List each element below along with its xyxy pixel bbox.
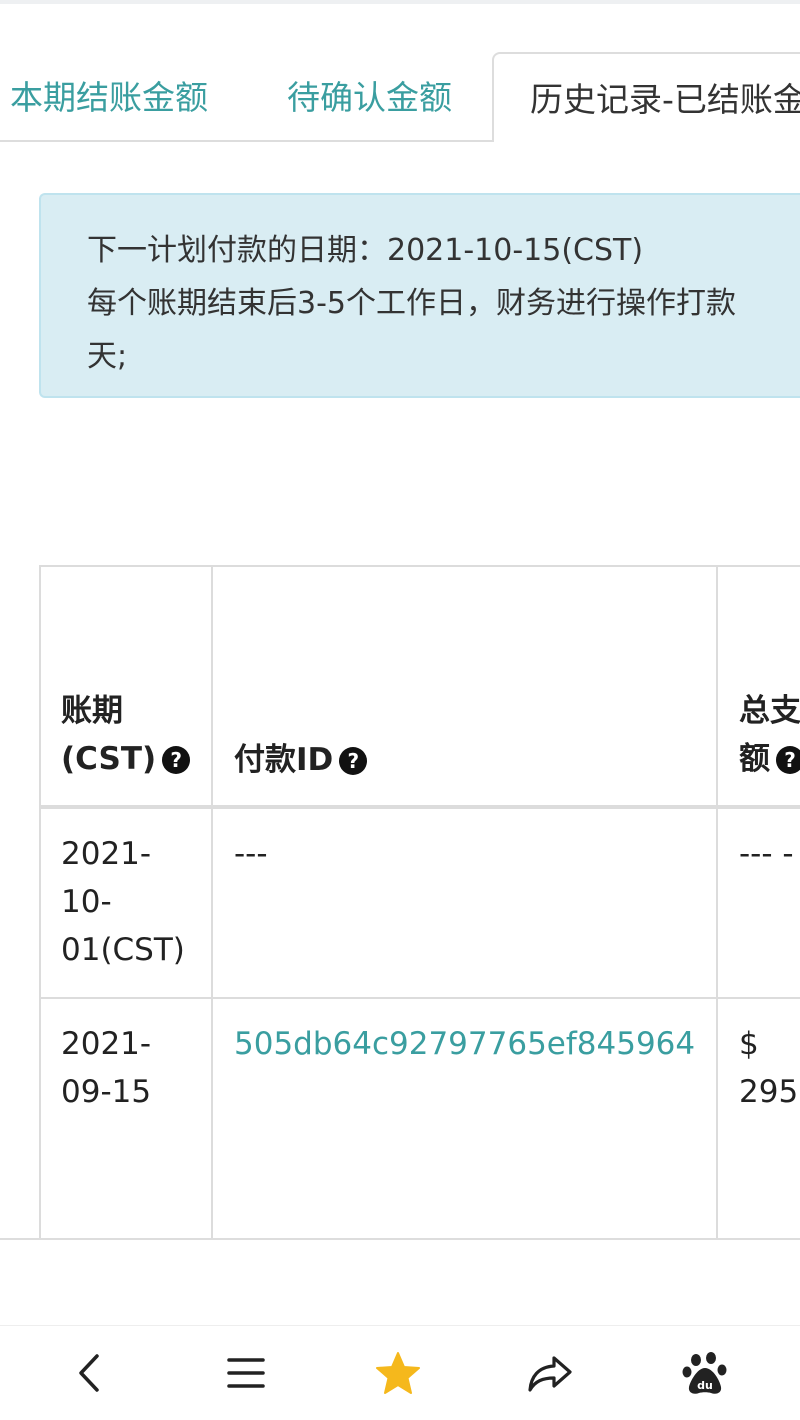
payment-notice: 下一计划付款的日期：2021-10-15(CST) 每个账期结束后3-5个工作日… <box>39 193 800 398</box>
total-help-icon[interactable]: ? <box>776 746 800 774</box>
row2-total: $ 295. <box>739 1026 800 1110</box>
header-total-line1: 总支 <box>739 693 800 729</box>
page: 本期结账金额 待确认金额 历史记录-已结账金 下一计划付款的日期：2021-10… <box>0 0 800 1420</box>
table-col-divider-1 <box>211 565 213 1240</box>
menu-button[interactable] <box>221 1348 271 1398</box>
table-header-divider <box>39 805 800 809</box>
tab-current-settlement[interactable]: 本期结账金额 <box>10 52 208 140</box>
row2-period: 2021- 09-15 <box>61 1026 152 1110</box>
notice-next-payment-date: 下一计划付款的日期：2021-10-15(CST) <box>87 233 644 268</box>
header-period: 账期 (CST)? <box>61 687 191 783</box>
back-button[interactable] <box>65 1348 115 1398</box>
table-row-divider <box>39 997 800 999</box>
period-help-icon[interactable]: ? <box>162 746 191 774</box>
notice-payment-rule-cont: 天; <box>87 339 128 374</box>
header-total: 总支 额? <box>739 687 800 783</box>
tab-pending-confirmation[interactable]: 待确认金额 <box>287 52 452 140</box>
payment-id-help-icon[interactable]: ? <box>339 747 368 775</box>
back-icon <box>79 1354 99 1392</box>
baidu-paw-icon: du <box>682 1352 727 1394</box>
row1-total: --- - <box>739 836 794 872</box>
tab-history-settled[interactable]: 历史记录-已结账金 <box>492 52 800 142</box>
browser-nav-bar: du <box>0 1325 800 1420</box>
notice-payment-rule: 每个账期结束后3-5个工作日，财务进行操作打款 <box>87 286 736 321</box>
table-border-top <box>39 565 800 567</box>
header-period-line1: 账期 <box>61 693 123 729</box>
header-period-line2: (CST)? <box>61 735 191 783</box>
baidu-button[interactable]: du <box>680 1348 730 1398</box>
svg-text:du: du <box>697 1379 713 1392</box>
row1-payment-id: --- <box>234 836 268 872</box>
share-icon <box>528 1356 572 1392</box>
favorite-button[interactable] <box>373 1348 423 1398</box>
row2-payment-id-link[interactable]: 505db64c92797765ef845964 <box>234 1020 695 1068</box>
row1-period: 2021- 10- 01(CST) <box>61 836 185 968</box>
top-divider <box>0 0 800 4</box>
history-table: 账期 (CST)? 付款ID? 总支 额? 2021- 10- 01(CST) … <box>39 565 800 1240</box>
star-icon <box>376 1352 420 1394</box>
menu-icon <box>227 1358 265 1388</box>
header-total-line2: 额? <box>739 735 800 783</box>
table-col-divider-2 <box>716 565 718 1240</box>
share-button[interactable] <box>525 1348 575 1398</box>
tab-baseline <box>0 140 492 142</box>
header-payment-id: 付款ID? <box>234 736 368 784</box>
table-border-left <box>39 565 41 1240</box>
content-bottom-divider <box>0 1238 800 1240</box>
tab-bar: 本期结账金额 待确认金额 历史记录-已结账金 <box>0 52 800 142</box>
